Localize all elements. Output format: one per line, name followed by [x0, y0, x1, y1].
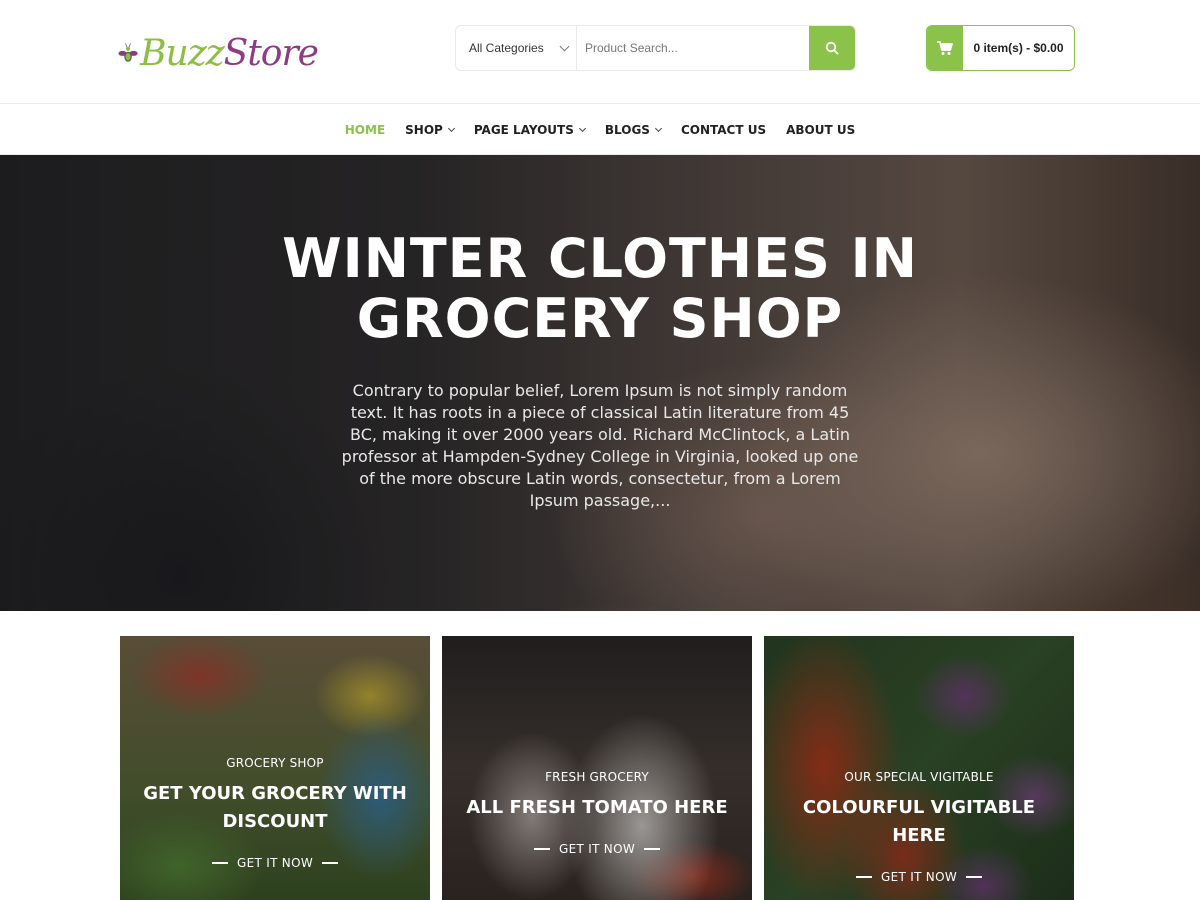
search-icon [825, 41, 839, 55]
promo-card-special-vegetable[interactable]: OUR SPECIAL VIGITABLE COLOURFUL VIGITABL… [764, 636, 1074, 900]
dash-decoration [534, 848, 550, 850]
nav-item-label: SHOP [405, 122, 443, 137]
card-content: FRESH GROCERY ALL FRESH TOMATO HERE GET … [442, 770, 752, 856]
card-eyebrow: FRESH GROCERY [545, 770, 649, 784]
nav-item-contact-us[interactable]: CONTACT US [681, 123, 766, 137]
card-title: GET YOUR GROCERY WITH DISCOUNT [143, 783, 407, 832]
promo-card-fresh-grocery[interactable]: FRESH GROCERY ALL FRESH TOMATO HERE GET … [442, 636, 752, 900]
chevron-down-icon [578, 124, 586, 132]
category-select[interactable]: All Categories [456, 26, 577, 70]
dash-decoration [644, 848, 660, 850]
nav-item-page-layouts[interactable]: PAGE LAYOUTS [473, 122, 586, 137]
logo-wordmark: BuzzStore [140, 32, 319, 74]
promo-card-grocery-shop[interactable]: GROCERY SHOP GET YOUR GROCERY WITH DISCO… [120, 636, 430, 900]
cart-summary: 0 item(s) - $0.00 [973, 41, 1064, 55]
cart-icon-box [927, 26, 963, 70]
hero-title-line: GROCERY SHOP [356, 287, 844, 350]
logo-word-buzz: Buzz [140, 32, 225, 74]
site-header: BuzzStore All Categories 0 item(s) - $0.… [0, 0, 1200, 104]
nav-item-label: CONTACT US [680, 122, 767, 137]
nav-item-shop[interactable]: SHOP [405, 122, 455, 137]
site-logo[interactable]: BuzzStore [118, 24, 319, 82]
category-select-value: All Categories [469, 41, 544, 55]
hero-title-line: WINTER CLOTHES IN [282, 227, 918, 290]
card-content: OUR SPECIAL VIGITABLE COLOURFUL VIGITABL… [764, 770, 1074, 884]
main-nav: HOME SHOP PAGE LAYOUTS BLOGS CONTACT US … [0, 105, 1200, 155]
chevron-down-icon [447, 124, 455, 132]
bee-logo-icon [118, 43, 138, 62]
get-it-now-link[interactable]: GET IT NOW [847, 870, 991, 884]
nav-item-label: BLOGS [604, 122, 650, 137]
card-eyebrow: OUR SPECIAL VIGITABLE [844, 770, 994, 784]
chevron-down-icon [559, 41, 570, 52]
card-eyebrow: GROCERY SHOP [226, 756, 324, 770]
dash-decoration [856, 876, 872, 878]
nav-item-label: ABOUT US [786, 122, 856, 137]
cta-label: GET IT NOW [237, 856, 313, 870]
card-title: COLOURFUL VIGITABLE HERE [802, 797, 1036, 846]
search-input[interactable] [577, 26, 809, 70]
search-button[interactable] [809, 26, 855, 70]
nav-item-label: HOME [344, 122, 386, 137]
nav-item-about-us[interactable]: ABOUT US [786, 123, 855, 137]
chevron-down-icon [654, 124, 662, 132]
cta-label: GET IT NOW [559, 842, 635, 856]
cart-icon [937, 41, 953, 55]
get-it-now-link[interactable]: GET IT NOW [203, 856, 347, 870]
dash-decoration [212, 862, 228, 864]
nav-item-blogs[interactable]: BLOGS [604, 122, 662, 137]
dash-decoration [322, 862, 338, 864]
cta-label: GET IT NOW [881, 870, 957, 884]
logo-word-store: Store [223, 32, 319, 74]
cart-button[interactable]: 0 item(s) - $0.00 [926, 25, 1075, 71]
product-search-bar: All Categories [455, 25, 856, 71]
hero-banner: WINTER CLOTHES IN GROCERY SHOP Contrary … [0, 155, 1200, 611]
hero-title: WINTER CLOTHES IN GROCERY SHOP [200, 229, 1000, 349]
get-it-now-link[interactable]: GET IT NOW [525, 842, 669, 856]
hero-description: Contrary to popular belief, Lorem Ipsum … [341, 381, 859, 510]
nav-item-home[interactable]: HOME [345, 123, 385, 137]
card-overlay [442, 636, 752, 900]
dash-decoration [966, 876, 982, 878]
card-content: GROCERY SHOP GET YOUR GROCERY WITH DISCO… [120, 756, 430, 870]
nav-item-label: PAGE LAYOUTS [473, 122, 574, 137]
card-title: ALL FRESH TOMATO HERE [466, 797, 728, 818]
